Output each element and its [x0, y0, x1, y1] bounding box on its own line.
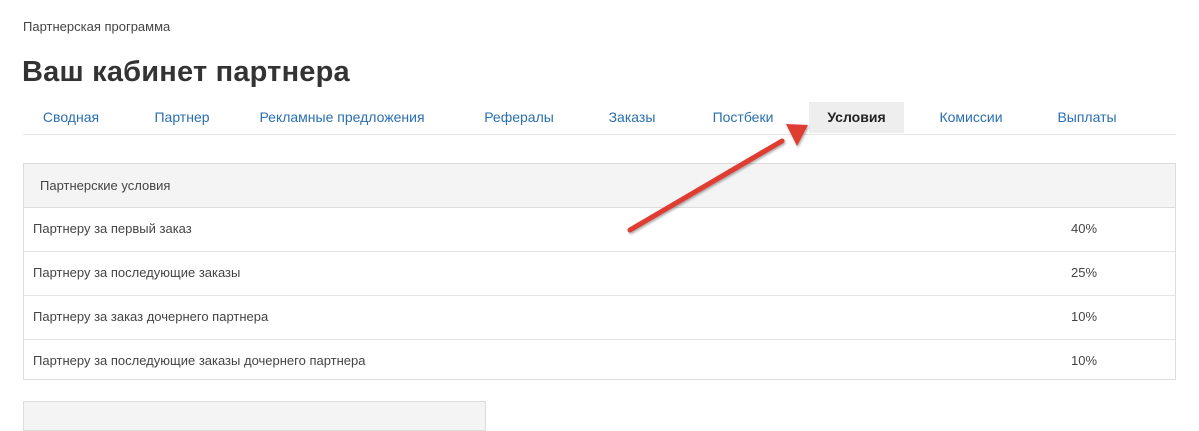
tab-conditions[interactable]: Условия: [809, 102, 904, 133]
term-value: 10%: [1070, 353, 1098, 368]
page-title: Ваш кабинет партнера: [22, 56, 350, 88]
tab-ad-offers[interactable]: Рекламные предложения: [249, 102, 435, 133]
tab-referrals[interactable]: Рефералы: [469, 102, 569, 133]
tab-summary[interactable]: Сводная: [23, 102, 119, 133]
table-row: Партнеру за первый заказ 40%: [24, 208, 1175, 252]
table-row: Партнеру за последующие заказы дочернего…: [24, 340, 1175, 383]
breadcrumb[interactable]: Партнерская программа: [23, 19, 170, 34]
term-label: Партнеру за последующие заказы: [33, 265, 241, 280]
tab-partner[interactable]: Партнер: [139, 102, 225, 133]
terms-panel-heading: Партнерские условия: [24, 164, 1175, 208]
table-row: Партнеру за заказ дочернего партнера 10%: [24, 296, 1175, 340]
term-value: 25%: [1070, 265, 1098, 280]
secondary-panel: [23, 401, 486, 431]
term-value: 40%: [1070, 221, 1098, 236]
term-label: Партнеру за последующие заказы дочернего…: [33, 353, 366, 368]
table-row: Партнеру за последующие заказы 25%: [24, 252, 1175, 296]
term-value: 10%: [1070, 309, 1098, 324]
tab-orders[interactable]: Заказы: [594, 102, 670, 133]
tab-commissions[interactable]: Комиссии: [925, 102, 1017, 133]
terms-panel: Партнерские условия Партнеру за первый з…: [23, 163, 1176, 380]
term-label: Партнеру за заказ дочернего партнера: [33, 309, 269, 324]
tab-bar: Сводная Партнер Рекламные предложения Ре…: [23, 102, 1176, 135]
tab-payouts[interactable]: Выплаты: [1042, 102, 1132, 133]
term-label: Партнеру за первый заказ: [33, 221, 192, 236]
tab-postbacks[interactable]: Постбеки: [695, 102, 791, 133]
